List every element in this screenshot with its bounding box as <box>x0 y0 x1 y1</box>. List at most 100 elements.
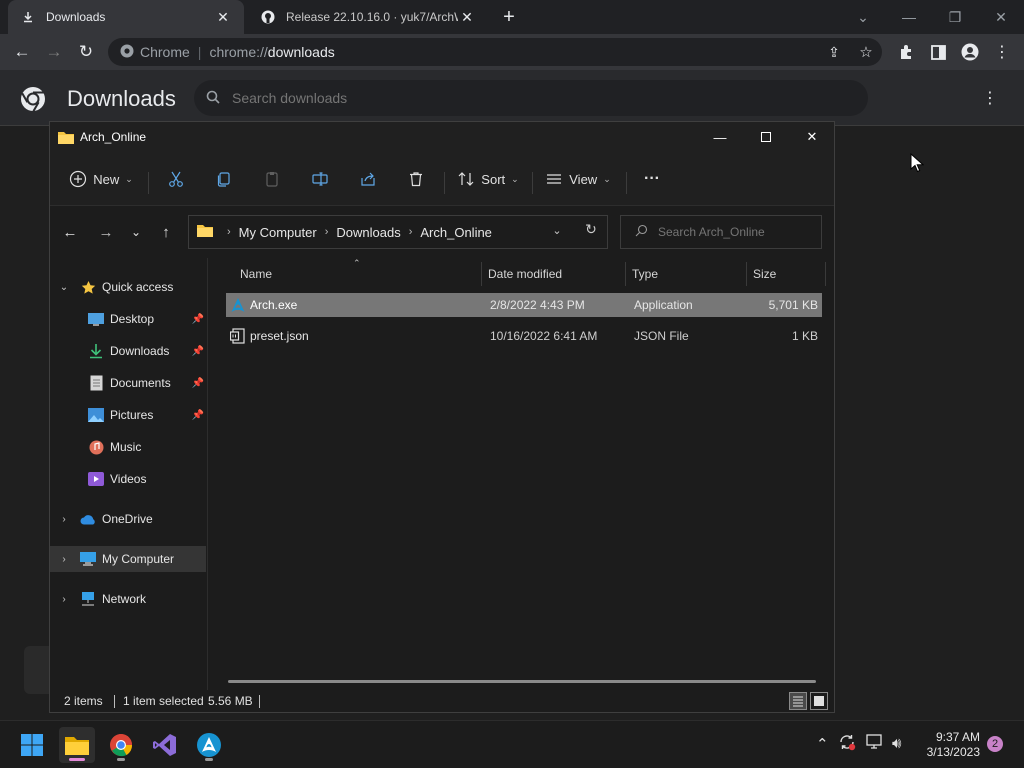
rename-button[interactable] <box>306 164 334 194</box>
file-size: 1 KB <box>791 329 818 343</box>
forward-icon[interactable]: → <box>92 219 120 245</box>
show-hidden-icons-icon[interactable]: ⌃ <box>816 735 829 753</box>
column-header-size[interactable]: Size <box>753 258 823 290</box>
back-icon[interactable]: ← <box>8 38 36 66</box>
sidebar-item-pictures[interactable]: Pictures 📌 <box>50 402 206 428</box>
back-icon[interactable]: ← <box>56 219 84 245</box>
notification-badge[interactable]: 2 <box>987 736 1003 752</box>
sidebar-item-label: Network <box>102 592 147 606</box>
bookmark-star-icon[interactable]: ☆ <box>852 38 880 66</box>
copy-button[interactable] <box>210 164 238 194</box>
address-bar[interactable]: › My Computer › Downloads › Arch_Online <box>188 215 608 249</box>
sidebar-item-network[interactable]: › Network <box>50 586 206 612</box>
sync-icon[interactable] <box>838 733 856 755</box>
delete-button[interactable] <box>402 164 430 194</box>
profile-icon[interactable] <box>956 38 984 66</box>
forward-icon[interactable]: → <box>40 38 68 66</box>
pin-icon[interactable]: 📌 <box>192 378 204 389</box>
volume-icon[interactable]: 🔊︎ <box>892 735 901 752</box>
new-tab-button[interactable]: + <box>498 6 520 28</box>
address-history-icon[interactable]: ⌄ <box>548 224 566 237</box>
pin-icon[interactable]: 📌 <box>192 410 204 421</box>
sidebar-item-label: OneDrive <box>102 512 153 526</box>
file-row-arch-exe[interactable]: Arch.exe 2/8/2022 4:43 PM Application 5,… <box>226 293 822 317</box>
refresh-icon[interactable]: ↻ <box>580 221 602 238</box>
chevron-right-icon[interactable]: › <box>58 514 70 525</box>
column-divider[interactable] <box>625 262 626 286</box>
system-clock[interactable]: 9:37 AM 3/13/2023 <box>916 730 980 760</box>
minimize-icon[interactable]: — <box>697 122 743 152</box>
breadcrumb-my-computer[interactable]: My Computer <box>239 225 317 240</box>
omnibox[interactable]: Chrome | chrome:// downloads <box>108 38 882 66</box>
view-button[interactable]: View ⌄ <box>544 164 612 194</box>
sidebar-item-desktop[interactable]: Desktop 📌 <box>50 306 206 332</box>
sort-button[interactable]: Sort ⌄ <box>456 164 520 194</box>
tab-release[interactable]: Release 22.10.16.0 · yuk7/ArchWSL ✕ <box>248 0 488 34</box>
chrome-menu-icon[interactable]: ⋮ <box>988 38 1016 66</box>
cut-button[interactable] <box>162 164 190 194</box>
search-input[interactable] <box>658 225 808 239</box>
restore-icon[interactable]: ❐ <box>932 0 978 34</box>
breadcrumb-downloads[interactable]: Downloads <box>336 225 400 240</box>
pin-icon[interactable]: 📌 <box>192 314 204 325</box>
tab-search-icon[interactable]: ⌄ <box>840 0 886 34</box>
minimize-icon[interactable]: — <box>886 0 932 34</box>
column-header-type[interactable]: Type <box>632 258 746 290</box>
pin-icon[interactable]: 📌 <box>192 346 204 357</box>
chevron-right-icon[interactable]: › <box>58 594 70 605</box>
share-icon[interactable]: ⇪ <box>820 38 848 66</box>
status-item-count: 2 items <box>64 694 103 708</box>
paste-button[interactable] <box>258 164 286 194</box>
sidebar-item-videos[interactable]: Videos <box>50 466 206 492</box>
chevron-right-icon: › <box>408 226 413 238</box>
new-button[interactable]: New ⌄ <box>66 164 136 194</box>
chevron-right-icon[interactable]: › <box>58 554 70 565</box>
downloads-menu-icon[interactable]: ⋮ <box>980 88 1000 108</box>
omnibox-host: downloads <box>267 44 335 60</box>
folder-search[interactable] <box>620 215 822 249</box>
close-icon[interactable]: ✕ <box>978 0 1024 34</box>
search-input[interactable] <box>232 90 632 106</box>
sidebar-item-onedrive[interactable]: › OneDrive <box>50 506 206 532</box>
column-divider[interactable] <box>481 262 482 286</box>
sidebar-item-my-computer[interactable]: › My Computer <box>50 546 206 572</box>
column-divider[interactable] <box>825 262 826 286</box>
tab-close-icon[interactable]: ✕ <box>214 9 232 26</box>
more-options-button[interactable]: ··· <box>638 164 666 194</box>
tiles-view-icon[interactable] <box>810 692 828 710</box>
extensions-icon[interactable] <box>892 38 920 66</box>
taskbar-file-explorer[interactable] <box>59 727 95 763</box>
close-icon[interactable]: ✕ <box>789 122 835 152</box>
up-icon[interactable]: ↑ <box>152 219 180 245</box>
cloud-icon <box>80 511 96 527</box>
status-selected: 1 item selected <box>123 694 204 708</box>
tab-close-icon[interactable]: ✕ <box>458 9 476 26</box>
column-divider[interactable] <box>746 262 747 286</box>
taskbar-chrome[interactable] <box>103 727 139 763</box>
downloads-search[interactable] <box>194 80 868 116</box>
breadcrumb-arch-online[interactable]: Arch_Online <box>420 225 492 240</box>
sidebar-item-music[interactable]: Music <box>50 434 206 460</box>
share-button[interactable] <box>354 164 382 194</box>
column-header-date[interactable]: Date modified <box>488 258 624 290</box>
folder-icon <box>197 224 213 240</box>
document-icon <box>88 375 104 391</box>
sidebar-item-documents[interactable]: Documents 📌 <box>50 370 206 396</box>
side-panel-icon[interactable] <box>924 38 952 66</box>
chevron-down-icon[interactable]: ⌄ <box>58 282 70 293</box>
sidebar-item-downloads[interactable]: Downloads 📌 <box>50 338 206 364</box>
maximize-icon[interactable] <box>743 122 789 152</box>
file-row-preset-json[interactable]: preset.json 10/16/2022 6:41 AM JSON File… <box>226 324 822 348</box>
taskbar-arch[interactable] <box>191 727 227 763</box>
network-status-icon[interactable] <box>866 734 884 754</box>
file-name: preset.json <box>250 329 309 343</box>
tab-downloads[interactable]: Downloads ✕ <box>8 0 244 34</box>
taskbar-visual-studio[interactable] <box>147 727 183 763</box>
start-button[interactable] <box>14 727 50 763</box>
column-header-name[interactable]: Name <box>240 258 480 290</box>
horizontal-scrollbar[interactable] <box>228 680 816 683</box>
reload-icon[interactable]: ↻ <box>72 38 100 66</box>
details-view-icon[interactable] <box>789 692 807 710</box>
sidebar-item-quick-access[interactable]: ⌄ Quick access <box>50 274 206 300</box>
recent-locations-icon[interactable]: ⌄ <box>122 219 150 245</box>
